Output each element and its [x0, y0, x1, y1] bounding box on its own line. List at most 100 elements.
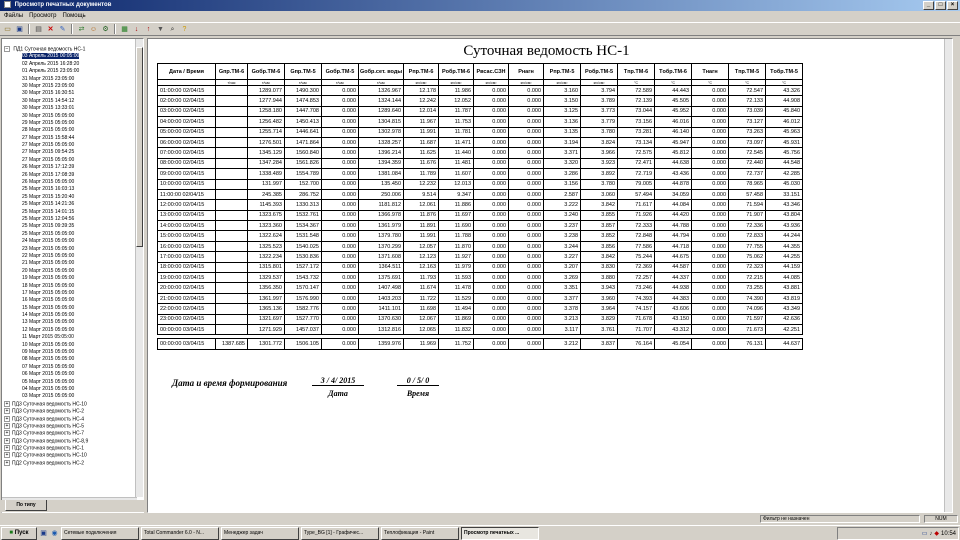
tree-item[interactable]: 27 Март 2015 05:05:00	[4, 142, 136, 149]
tree-item[interactable]: 30 Март 2015 23:05:00	[4, 83, 136, 90]
tree-item[interactable]: 01 Апрель 2015 23:05:00	[4, 68, 136, 75]
tree-report-type[interactable]: + ПД2 Суточная ведомость НС-1	[4, 445, 136, 452]
tree-report-type[interactable]: + ПД3 Суточная ведомость НС-8,9	[4, 437, 136, 445]
expand-icon[interactable]: +	[4, 415, 10, 422]
expand-icon[interactable]: +	[4, 437, 10, 444]
tree-item[interactable]: 31 Март 2015 23:05:00	[4, 76, 136, 83]
tree-report-type[interactable]: + ПД3 Суточная ведомость НС-5	[4, 422, 136, 430]
help-icon[interactable]: ?	[179, 24, 190, 35]
save-icon[interactable]: ▣	[14, 24, 25, 35]
tree-item[interactable]: 23 Март 2015 05:05:00	[4, 246, 136, 253]
excel-icon[interactable]: ▦	[119, 24, 130, 35]
tree-item[interactable]: 26 Март 2015 17:12:39	[4, 164, 136, 171]
tree-item[interactable]: 25 Март 2015 09:39:35	[4, 223, 136, 230]
start-button[interactable]: ■ Пуск	[1, 526, 37, 540]
tree-item[interactable]: 06 Март 2015 05:05:00	[4, 371, 136, 378]
expand-icon[interactable]: +	[4, 400, 10, 407]
tree-report-type[interactable]: + ПД2 Суточная ведомость НС-2	[4, 459, 136, 467]
expand-icon[interactable]: +	[4, 430, 10, 437]
tree-item[interactable]: 25 Март 2015 14:21:36	[4, 201, 136, 208]
expand-icon[interactable]: +	[4, 459, 10, 466]
tree-item[interactable]: 16 Март 2015 05:05:00	[4, 297, 136, 304]
collapse-icon[interactable]: −	[4, 46, 10, 52]
tree-item[interactable]: 30 Март 2015 16:30:51	[4, 90, 136, 97]
tree-item[interactable]: 18 Март 2015 05:05:00	[4, 283, 136, 290]
tree-item[interactable]: 11 Март 2015 05:05:00	[4, 334, 136, 341]
tree-item[interactable]: 24 Март 2015 05:05:00	[4, 238, 136, 245]
tree-item[interactable]: 12 Март 2015 05:05:00	[4, 327, 136, 334]
tree-item[interactable]: 10 Март 2015 05:05:00	[4, 342, 136, 349]
taskbar-task[interactable]: Менеджер задач	[221, 526, 299, 540]
delete-icon[interactable]: ✕	[45, 24, 56, 35]
tree-report-type[interactable]: + ПД3 Суточная ведомость НС-4	[4, 415, 136, 423]
filter-icon[interactable]: ▼	[155, 24, 166, 35]
tree-item[interactable]: 09 Март 2015 05:05:00	[4, 349, 136, 356]
expand-icon[interactable]: +	[4, 408, 10, 415]
settings-icon[interactable]: ⚙	[100, 24, 111, 35]
maximize-button[interactable]: □	[935, 1, 946, 10]
print-icon[interactable]: ▤	[33, 24, 44, 35]
tree-report-type[interactable]: + ПД3 Суточная ведомость НС-2	[4, 408, 136, 415]
tree-item[interactable]: 07 Март 2015 05:05:00	[4, 364, 136, 371]
expand-icon[interactable]: +	[4, 445, 10, 452]
tree-item[interactable]: 25 Март 2015 15:20:40	[4, 194, 136, 201]
tree-item[interactable]: 05 Март 2015 05:05:00	[4, 379, 136, 386]
taskbar-task[interactable]: Total Commander 6.0 - N...	[141, 526, 219, 540]
export-icon[interactable]: ⇄	[76, 24, 87, 35]
tree-item[interactable]: 25 Март 2015 16:03:13	[4, 186, 136, 193]
tree-item[interactable]: 30 Март 2015 13:33:01	[4, 105, 136, 112]
taskbar-task[interactable]: Type_BG [1] - Графичес...	[301, 526, 379, 540]
tree-item[interactable]: 28 Март 2015 05:05:00	[4, 127, 136, 134]
menu-files[interactable]: Файлы	[4, 11, 23, 22]
taskbar-task[interactable]: Теплофикация - Paint	[381, 526, 459, 540]
tray-network-icon[interactable]: ▭	[922, 530, 928, 537]
minimize-button[interactable]: _	[923, 1, 934, 10]
tree-item[interactable]: 02 Апрель 2015 16:28:20	[4, 61, 136, 68]
pin-icon[interactable]: ✎	[57, 24, 68, 35]
expand-icon[interactable]: +	[4, 422, 10, 429]
tree-item[interactable]: 25 Март 2015 12:04:56	[4, 216, 136, 223]
tree-scrollbar[interactable]	[135, 39, 143, 497]
desktop-icon[interactable]: ▣	[39, 529, 48, 538]
tree-item[interactable]: 21 Март 2015 05:05:00	[4, 260, 136, 267]
tree-item[interactable]: 27 Март 2015 15:58:44	[4, 135, 136, 142]
users-icon[interactable]: ☺	[88, 24, 99, 35]
tray-shield-icon[interactable]: ◆	[934, 530, 939, 537]
tray-volume-icon[interactable]: ♪	[929, 531, 932, 537]
tree-report-type[interactable]: + ПД3 Суточная ведомость НС-7	[4, 430, 136, 437]
tree-item[interactable]: 25 Март 2015 05:05:00	[4, 231, 136, 238]
tab-by-type[interactable]: По типу	[5, 500, 47, 511]
expand-icon[interactable]: +	[4, 452, 10, 459]
tree-report-type[interactable]: + ПД2 Суточная ведомость НС-10	[4, 452, 136, 459]
taskbar-task[interactable]: Сетевые подключения	[61, 526, 139, 540]
tree-item[interactable]: 26 Март 2015 05:05:00	[4, 179, 136, 186]
sort-az-icon[interactable]: ↓	[131, 24, 142, 35]
tree-item[interactable]: 15 Март 2015 05:05:00	[4, 305, 136, 312]
document-tree[interactable]: − ПД1 Суточная ведомость НС-1 03 Апрель …	[1, 38, 144, 513]
search-icon[interactable]: ⌕	[167, 24, 178, 35]
tree-item[interactable]: 30 Март 2015 14:54:12	[4, 98, 136, 105]
tree-item[interactable]: 29 Март 2015 05:05:00	[4, 120, 136, 127]
menu-help[interactable]: Помощь	[62, 11, 85, 22]
tree-item[interactable]: 30 Март 2015 05:05:00	[4, 113, 136, 120]
tree-item[interactable]: 25 Март 2015 14:01:15	[4, 209, 136, 216]
tree-report-type[interactable]: + ПД3 Суточная ведомость НС-10	[4, 400, 136, 408]
tree-item[interactable]: 22 Март 2015 05:05:00	[4, 253, 136, 260]
tree-item[interactable]: 03 Апрель 2015 00:05:00	[4, 53, 136, 60]
sort-za-icon[interactable]: ↑	[143, 24, 154, 35]
tree-item[interactable]: 04 Март 2015 05:05:00	[4, 386, 136, 393]
report-scrollbar[interactable]	[944, 39, 952, 512]
tree-item[interactable]: 17 Март 2015 05:05:00	[4, 290, 136, 297]
close-button[interactable]: ×	[947, 1, 958, 10]
browser-icon[interactable]: ◉	[50, 529, 59, 538]
tree-item[interactable]: 14 Март 2015 05:05:00	[4, 312, 136, 319]
tree-item[interactable]: 03 Март 2015 05:05:00	[4, 393, 136, 400]
tree-item[interactable]: 13 Март 2015 05:05:00	[4, 319, 136, 326]
tree-item[interactable]: 27 Март 2015 05:05:00	[4, 157, 136, 164]
tree-item[interactable]: 08 Март 2015 05:05:00	[4, 356, 136, 363]
tree-item[interactable]: 20 Март 2015 05:05:00	[4, 268, 136, 275]
menu-view[interactable]: Просмотр	[29, 11, 56, 22]
tree-item[interactable]: 19 Март 2015 05:05:00	[4, 275, 136, 282]
tree-parent[interactable]: − ПД1 Суточная ведомость НС-1	[4, 46, 136, 53]
taskbar-task[interactable]: Просмотр печатных ...	[461, 526, 539, 540]
